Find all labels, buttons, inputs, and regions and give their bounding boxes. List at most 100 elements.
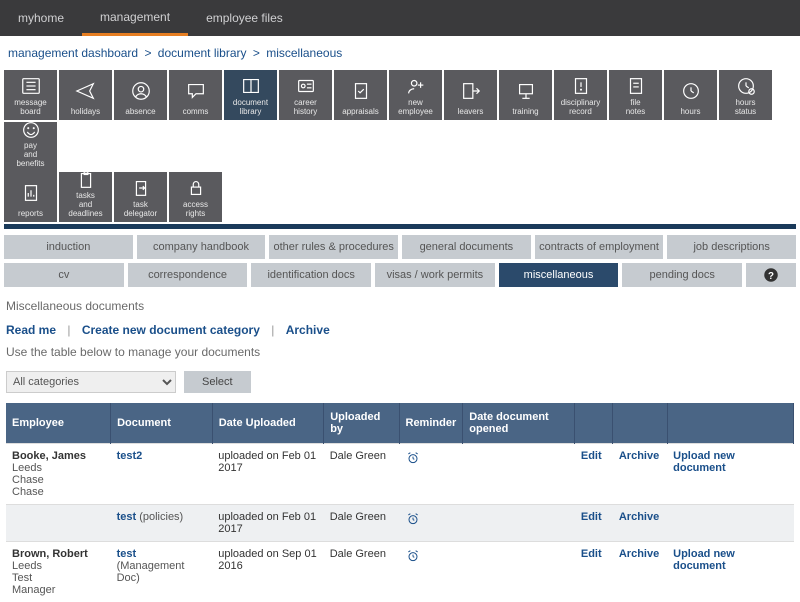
tile-label: filenotes <box>626 98 646 116</box>
archive-link[interactable]: Archive <box>619 511 659 523</box>
chat-icon <box>185 74 207 107</box>
col-header: Reminder <box>399 403 463 444</box>
tile-training[interactable]: training <box>499 70 552 120</box>
tile-file-notes[interactable]: filenotes <box>609 70 662 120</box>
note-icon <box>625 74 647 98</box>
document-link[interactable]: test2 <box>117 450 143 462</box>
tile-career-history[interactable]: careerhistory <box>279 70 332 120</box>
cell-edit: Edit <box>575 542 613 602</box>
category-row: inductioncompany handbookother rules & p… <box>4 235 796 259</box>
breadcrumb-link-0[interactable]: management dashboard <box>8 46 138 60</box>
user-circle-icon <box>130 74 152 107</box>
tile-disciplinary-record[interactable]: disciplinaryrecord <box>554 70 607 120</box>
tile-label: documentlibrary <box>233 98 268 116</box>
tile-reports[interactable]: reports <box>4 172 57 222</box>
readme-link[interactable]: Read me <box>6 323 56 337</box>
archive-link[interactable]: Archive <box>619 450 659 462</box>
alarm-icon[interactable] <box>405 518 421 530</box>
alarm-icon[interactable] <box>405 555 421 567</box>
tile-row: messageboardholidaysabsencecomms document… <box>0 70 800 172</box>
tile-label: newemployee <box>398 98 433 116</box>
category-contracts-of-employment[interactable]: contracts of employment <box>535 235 664 259</box>
category-cv[interactable]: cv <box>4 263 124 287</box>
cell-uploaded-by: Dale Green <box>324 444 399 505</box>
cell-document: test2 <box>111 444 213 505</box>
tile-appraisals[interactable]: appraisals <box>334 70 387 120</box>
list-icon <box>20 74 42 98</box>
plane-icon <box>75 74 97 107</box>
archive-link[interactable]: Archive <box>286 323 330 337</box>
help-button[interactable]: ? <box>746 263 796 287</box>
user-plus-icon <box>405 74 427 98</box>
lock-icon <box>185 176 207 200</box>
tile-tasks-and-deadlines[interactable]: tasksanddeadlines <box>59 172 112 222</box>
top-nav-item-myhome[interactable]: myhome <box>0 0 82 36</box>
cell-uploaded-by: Dale Green <box>324 542 399 602</box>
smile-icon <box>20 119 42 141</box>
exit-icon <box>460 74 482 107</box>
tile-label: careerhistory <box>294 98 318 116</box>
edit-link[interactable]: Edit <box>581 548 602 560</box>
category-miscellaneous[interactable]: miscellaneous <box>499 263 619 287</box>
tile-absence[interactable]: absence <box>114 70 167 120</box>
breadcrumb-sep: > <box>144 46 151 60</box>
document-link[interactable]: test <box>117 511 137 523</box>
archive-link[interactable]: Archive <box>619 548 659 560</box>
document-link[interactable]: test <box>117 548 137 560</box>
warn-doc-icon <box>570 74 592 98</box>
breadcrumb: management dashboard > document library … <box>0 36 800 70</box>
edit-link[interactable]: Edit <box>581 511 602 523</box>
breadcrumb-link-2[interactable]: miscellaneous <box>266 46 342 60</box>
cell-reminder <box>399 542 463 602</box>
top-nav-item-management[interactable]: management <box>82 0 188 36</box>
filter-controls: All categories Select <box>0 367 800 403</box>
category-general-documents[interactable]: general documents <box>402 235 531 259</box>
upload-link[interactable]: Upload new document <box>673 450 735 474</box>
select-button[interactable]: Select <box>184 371 251 393</box>
tile-document-library[interactable]: documentlibrary <box>224 70 277 120</box>
category-company-handbook[interactable]: company handbook <box>137 235 266 259</box>
check-doc-icon <box>350 74 372 107</box>
category-pending-docs[interactable]: pending docs <box>622 263 742 287</box>
cell-upload: Upload new document <box>667 444 793 505</box>
cell-upload <box>667 505 793 542</box>
tile-holidays[interactable]: holidays <box>59 70 112 120</box>
top-nav-item-employee-files[interactable]: employee files <box>188 0 301 36</box>
category-induction[interactable]: induction <box>4 235 133 259</box>
clock-status-icon <box>735 74 757 98</box>
tile-message-board[interactable]: messageboard <box>4 70 57 120</box>
cell-edit: Edit <box>575 444 613 505</box>
cell-opened <box>463 444 575 505</box>
category-row: cvcorrespondenceidentification docsvisas… <box>4 263 796 287</box>
tile-new-employee[interactable]: newemployee <box>389 70 442 120</box>
tile-access-rights[interactable]: accessrights <box>169 172 222 222</box>
cell-date-uploaded: uploaded on Feb 01 2017 <box>212 444 323 505</box>
breadcrumb-link-1[interactable]: document library <box>158 46 247 60</box>
cell-edit: Edit <box>575 505 613 542</box>
tile-label: leavers <box>458 107 484 116</box>
alarm-icon[interactable] <box>405 457 421 469</box>
col-header <box>575 403 613 444</box>
upload-link[interactable]: Upload new document <box>673 548 735 572</box>
category-other-rules-procedures[interactable]: other rules & procedures <box>269 235 398 259</box>
category-visas-work-permits[interactable]: visas / work permits <box>375 263 495 287</box>
edit-link[interactable]: Edit <box>581 450 602 462</box>
tile-leavers[interactable]: leavers <box>444 70 497 120</box>
category-job-descriptions[interactable]: job descriptions <box>667 235 796 259</box>
category-identification-docs[interactable]: identification docs <box>251 263 371 287</box>
tile-task-delegator[interactable]: taskdelegator <box>114 172 167 222</box>
create-category-link[interactable]: Create new document category <box>82 323 260 337</box>
cell-opened <box>463 542 575 602</box>
category-correspondence[interactable]: correspondence <box>128 263 248 287</box>
cell-reminder <box>399 444 463 505</box>
report-icon <box>20 176 42 209</box>
link-sep: | <box>67 323 70 337</box>
tile-row: reportstasksanddeadlinestaskdelegatoracc… <box>0 172 800 222</box>
tile-hours-status[interactable]: hoursstatus <box>719 70 772 120</box>
tile-comms[interactable]: comms <box>169 70 222 120</box>
clock-icon <box>680 74 702 107</box>
tile-hours[interactable]: hours <box>664 70 717 120</box>
tile-pay-and-benefits[interactable]: payandbenefits <box>4 122 57 172</box>
category-filter-select[interactable]: All categories <box>6 371 176 393</box>
action-links: Read me | Create new document category |… <box>0 317 800 343</box>
